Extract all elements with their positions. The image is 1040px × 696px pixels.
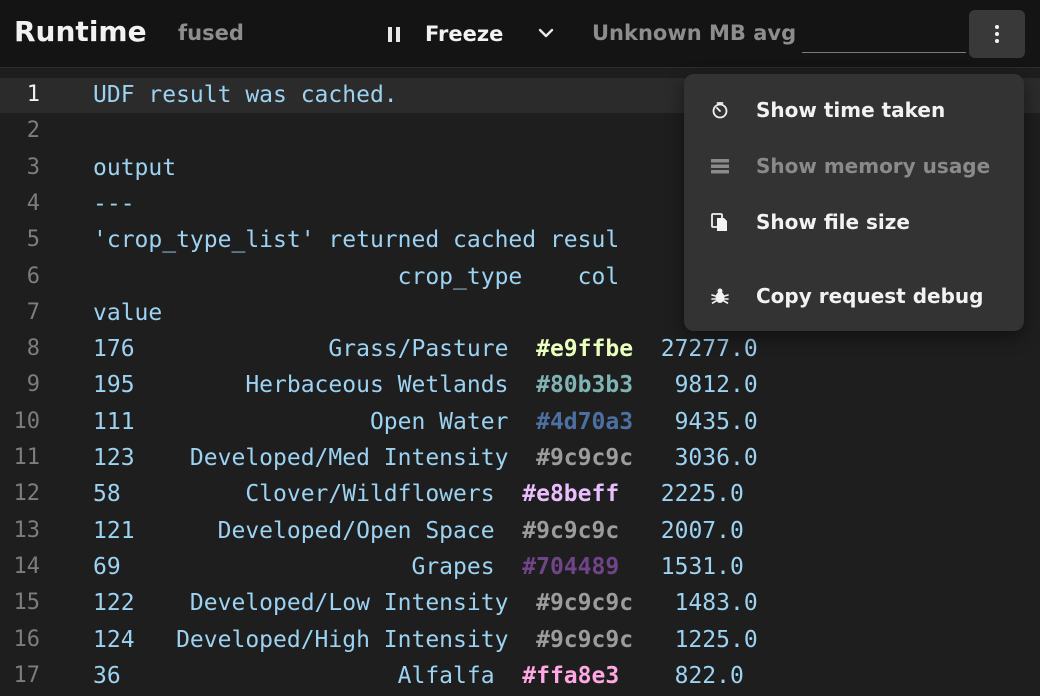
color-hex-value: #4d70a3	[536, 408, 634, 435]
line-number: 11	[13, 445, 41, 470]
row-value: 822.0	[619, 662, 744, 689]
code-text: 195 Herbaceous Wetlands #80b3b3 9812.0	[93, 372, 758, 398]
code-text: 124 Developed/High Intensity #9c9c9c 122…	[93, 627, 758, 653]
row-value: 2225.0	[619, 481, 744, 508]
kebab-icon	[995, 25, 999, 43]
more-options-button[interactable]	[969, 10, 1025, 58]
row-value: 9812.0	[633, 372, 758, 399]
row-value: 1483.0	[633, 590, 758, 617]
line-number: 4	[26, 190, 40, 216]
timer-icon	[710, 100, 730, 120]
memory-input[interactable]	[802, 24, 966, 53]
code-text: UDF result was cached.	[93, 82, 398, 108]
memory-icon	[710, 156, 730, 176]
line-number: 12	[13, 481, 41, 507]
menu-item-label: Show file size	[756, 210, 910, 234]
code-line: 13 121 Developed/Open Space #9c9c9c 2007.…	[0, 514, 1040, 550]
color-hex-value: #9c9c9c	[536, 590, 634, 617]
code-line: 16 124 Developed/High Intensity #9c9c9c 1…	[0, 623, 1040, 659]
row-value: 2007.0	[619, 517, 744, 544]
memory-average-label: Unknown MB avg	[592, 21, 797, 45]
row-value: 9435.0	[633, 408, 758, 435]
color-hex-value: #80b3b3	[536, 372, 634, 399]
code-text: 122 Developed/Low Intensity #9c9c9c 1483…	[93, 590, 758, 616]
freeze-label: Freeze	[425, 22, 504, 46]
line-number: 7	[26, 299, 40, 325]
pause-icon	[388, 26, 401, 42]
freeze-button[interactable]: Freeze	[388, 18, 503, 50]
code-line: 12 58 Clover/Wildflowers #e8beff 2225.0	[0, 477, 1040, 513]
runtime-toolbar: Runtime fused Freeze Unknown MB avg	[0, 0, 1040, 68]
color-hex-value: #e8beff	[522, 481, 620, 508]
row-prefix: 69 Grapes	[93, 553, 523, 580]
line-number: 9	[26, 372, 40, 398]
line-number: 3	[26, 154, 40, 180]
row-prefix: 122 Developed/Low Intensity	[93, 590, 537, 617]
line-number: 6	[26, 263, 40, 289]
menu-item-copy-request-debug[interactable]: Copy request debug	[684, 274, 1024, 318]
code-text: 'crop_type_list' returned cached resul	[93, 227, 620, 254]
line-number: 16	[13, 626, 41, 652]
code-line: 8 176 Grass/Pasture #e9ffbe 27277.0	[0, 332, 1040, 368]
code-line: 15 122 Developed/Low Intensity #9c9c9c 14…	[0, 586, 1040, 622]
row-value: 1531.0	[619, 553, 744, 580]
code-text: 111 Open Water #4d70a3 9435.0	[93, 409, 758, 435]
udf-name: fused	[178, 21, 244, 45]
color-hex-value: #ffa8e3	[522, 662, 620, 689]
row-prefix: 58 Clover/Wildflowers	[93, 481, 523, 508]
bug-icon	[710, 286, 730, 306]
runtime-options-menu: Show time taken Show memory usage Show f…	[684, 74, 1024, 331]
menu-item-show-memory-usage[interactable]: Show memory usage	[684, 144, 1024, 188]
code-text: 121 Developed/Open Space #9c9c9c 2007.0	[93, 518, 744, 544]
color-hex-value: #9c9c9c	[536, 626, 634, 653]
code-line: 17 36 Alfalfa #ffa8e3 822.0	[0, 659, 1040, 695]
code-text: 123 Developed/Med Intensity #9c9c9c 3036…	[93, 445, 758, 471]
menu-item-label: Show time taken	[756, 98, 946, 122]
chevron-down-icon[interactable]	[538, 26, 554, 40]
code-text: output	[93, 154, 177, 181]
line-number: 1	[26, 82, 40, 107]
row-value: 3036.0	[633, 445, 758, 471]
line-number: 14	[13, 553, 41, 579]
code-text: 176 Grass/Pasture #e9ffbe 27277.0	[93, 336, 758, 362]
row-prefix: 195 Herbaceous Wetlands	[93, 372, 537, 399]
line-number: 15	[13, 590, 41, 616]
color-hex-value: #9c9c9c	[522, 517, 620, 544]
panel-title: Runtime	[14, 15, 147, 48]
code-line: 14 69 Grapes #704489 1531.0	[0, 550, 1040, 586]
code-text: 36 Alfalfa #ffa8e3 822.0	[93, 663, 744, 689]
line-number: 2	[26, 118, 40, 144]
menu-item-show-time-taken[interactable]: Show time taken	[684, 88, 1024, 132]
line-number: 8	[26, 336, 40, 362]
menu-item-show-file-size[interactable]: Show file size	[684, 200, 1024, 244]
line-number: 17	[13, 662, 41, 688]
line-number: 5	[26, 227, 40, 253]
menu-item-label: Copy request debug	[756, 284, 984, 308]
code-text: ---	[93, 190, 135, 217]
menu-item-label: Show memory usage	[756, 154, 991, 178]
line-number: 13	[13, 517, 41, 543]
code-text: 69 Grapes #704489 1531.0	[93, 554, 744, 580]
code-line: 9 195 Herbaceous Wetlands #80b3b3 9812.0	[0, 368, 1040, 404]
row-prefix: 121 Developed/Open Space	[93, 517, 523, 544]
row-value: 1225.0	[633, 626, 758, 653]
row-prefix: 124 Developed/High Intensity	[93, 626, 537, 653]
file-copy-icon	[710, 212, 730, 232]
code-line: 10 111 Open Water #4d70a3 9435.0	[0, 405, 1040, 441]
code-text: crop_type col	[93, 263, 620, 290]
row-prefix: 176 Grass/Pasture	[93, 336, 537, 363]
code-text: 58 Clover/Wildflowers #e8beff 2225.0	[93, 481, 744, 507]
code-text: value	[93, 299, 163, 326]
line-number: 10	[13, 408, 41, 434]
row-prefix: 123 Developed/Med Intensity	[93, 445, 537, 471]
color-hex-value: #e9ffbe	[536, 336, 634, 363]
row-prefix: 111 Open Water	[93, 408, 537, 435]
color-hex-value: #9c9c9c	[536, 445, 634, 471]
row-value: 27277.0	[633, 336, 758, 363]
code-line: 11 123 Developed/Med Intensity #9c9c9c 30…	[0, 441, 1040, 477]
color-hex-value: #704489	[522, 553, 620, 580]
row-prefix: 36 Alfalfa	[93, 662, 523, 689]
